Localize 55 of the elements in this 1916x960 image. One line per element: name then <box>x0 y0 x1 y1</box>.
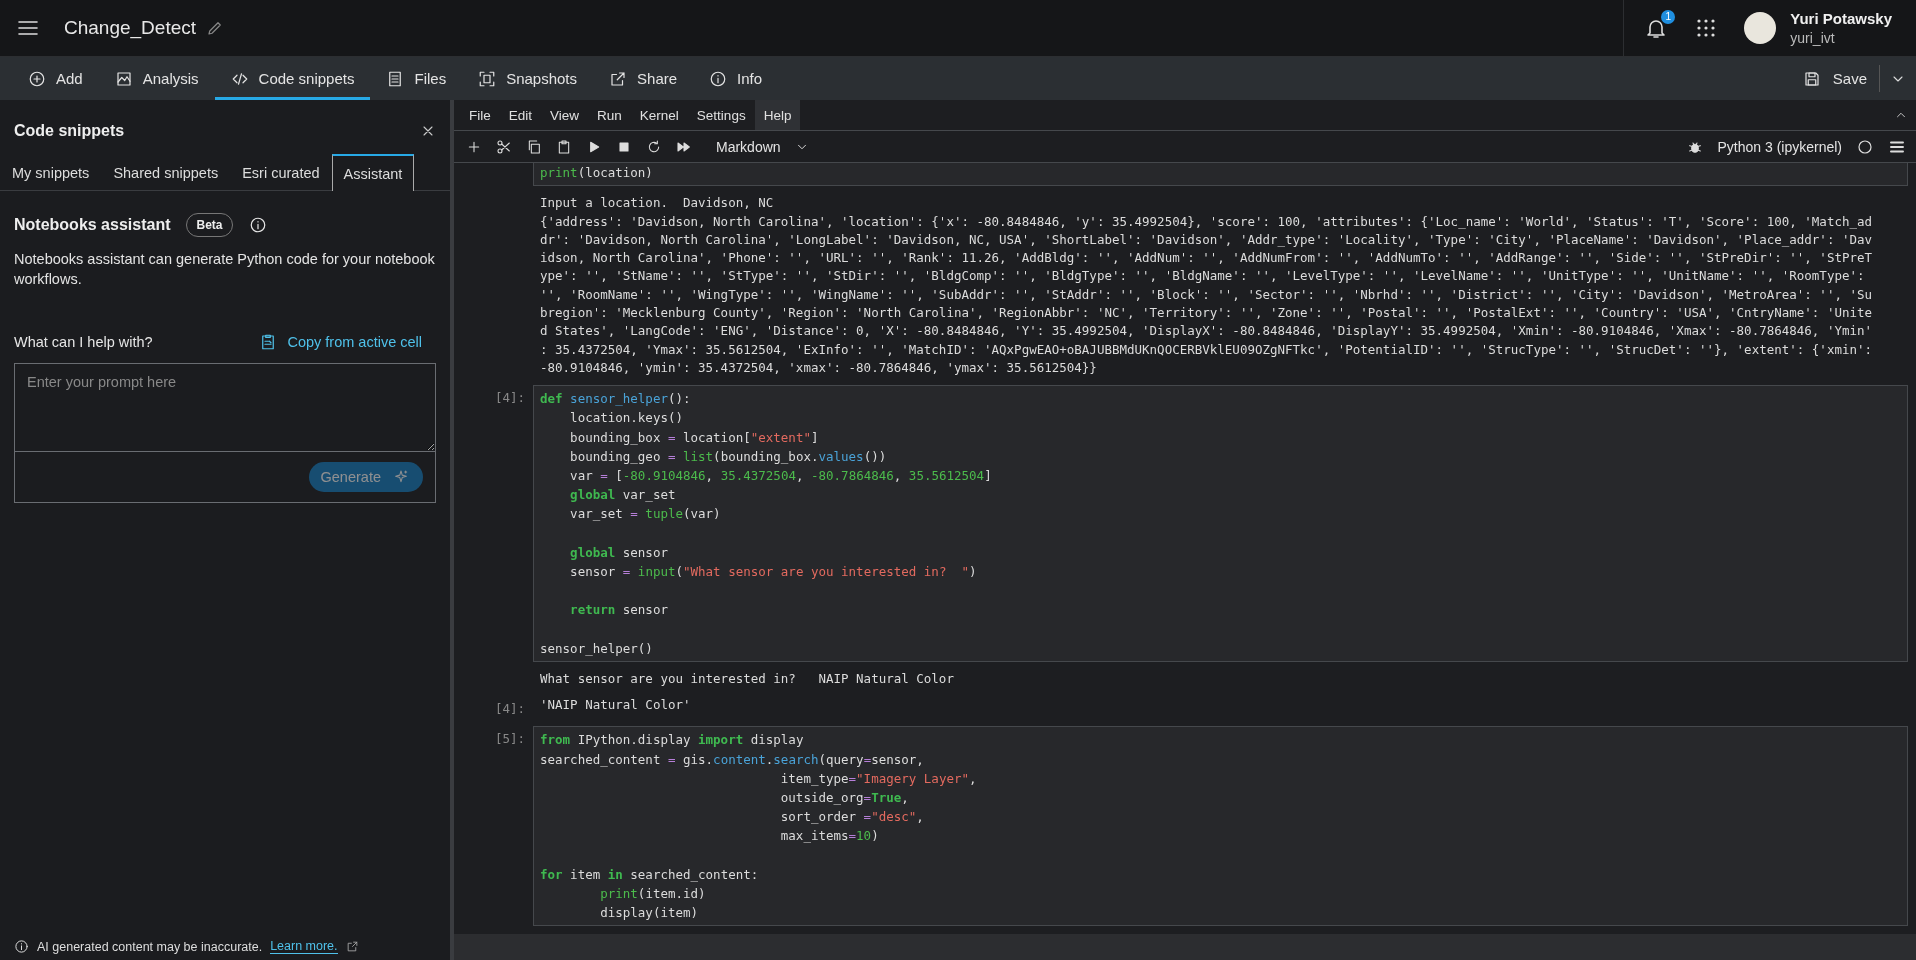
frame-icon <box>478 69 497 88</box>
code-cell[interactable]: print(location) <box>533 163 1908 187</box>
panel-tab[interactable]: Assistant <box>331 154 415 191</box>
info-icon[interactable] <box>248 216 267 234</box>
menu-item[interactable]: Run <box>588 100 631 130</box>
notification-badge: 1 <box>1661 10 1676 24</box>
user-name: Yuri Potawsky <box>1790 10 1892 27</box>
kernel-name[interactable]: Python 3 (ipykernel) <box>1717 138 1842 155</box>
panel-tab[interactable]: Shared snippets <box>101 154 231 190</box>
output-prompt: [4]: <box>494 701 525 717</box>
chart-icon <box>114 69 133 88</box>
cell-output: Input a location. Davidson, NC {'address': 'Davidson, North Carolina', 'location': {'x': -80.8484846, 'y': 35.4992504}, 'score': 100, 'attributes': {'Loc_name': 'World', 'Status': 'T', 'Score': 100, 'Match_ad dr': 'Davidson, North Carolina', 'LongLabel': 'Davidson, NC, USA', 'ShortLabel': 'Davidson', 'Addr_type': 'Locality', 'Type': 'City', 'PlaceName': 'Davidson', 'Place_addr': 'Dav idson, North Carolina', 'Phone': '', 'URL': '', 'Rank': 11.26, 'AddBldg': '', 'AddNum': '', 'AddNumFrom': '', 'AddNumTo': '', 'AddRange': '', 'Side': '', 'StPreDir': '', 'StPreT ype': '', 'StName': '', 'StType': '', 'StDir': '', 'BldgComp': '', 'BldgType': '', 'BldgName': '', 'LevelType': '', 'LevelName': '', 'UnitType': '', 'UnitName': '', 'RoomType': '', 'RoomName': '', 'WingType': '', 'WingName': '', 'SubAddr': '', 'StAddr': '', 'Block': '', 'Sector': '', 'Nbrhd': '', 'District': '', 'City': 'Davidson', 'MetroArea': '', 'Su bregion': 'Mecklenburg County', 'Region': 'North Carolina', 'RegionAbbr': 'NC', 'Territory': '', 'Zone': '', 'Postal': '', 'PostalExt': '', 'Country': 'USA', 'CntryName': 'Unite d States', 'LangCode': 'ENG', 'Distance': 0, 'X': -80.8484846, 'Y': 35.4992504, 'DisplayX': -80.8484846, 'DisplayY': 35.4992504, 'Xmin': -80.9104846, 'Xmax': -80.7864846, 'Ymin' : 35.4372504, 'Ymax': 35.5612504, 'ExInfo': '', 'MatchID': 'AQxPgwEAO+oBAJUBBMdUKnQOCERBVklEU09OZgNFTkc', 'PotentialID': '', 'StrucType': '', 'StrucDet': ''}, 'extent': {'xmin': -80.9104846, 'ymin': 35.4372504, 'xmax': -80.7864846, 'ymax': 35.5612504}} <box>539 194 1874 377</box>
username: yuri_ivt <box>1790 30 1836 46</box>
cell-prompt: [5]: <box>494 731 525 747</box>
toolbar-tab[interactable]: Share <box>593 57 694 100</box>
toolbar-tab[interactable]: Analysis <box>98 57 215 100</box>
menu-item[interactable]: Help <box>754 100 801 130</box>
save-button[interactable]: Save <box>1790 57 1879 100</box>
info-icon <box>14 939 29 954</box>
avatar[interactable] <box>1744 12 1777 44</box>
code-cell[interactable]: from IPython.display import display searched_content = gis.content.search(query=sensor, item_type="Imagery Layer", outside_org=True, sort_order ="desc", max_items=10) for item in searched_content: print(item.id) display(item) <box>533 726 1908 927</box>
cell-output: 'NAIP Natural Color' <box>539 696 692 715</box>
panel-tab[interactable]: My snippets <box>0 154 102 190</box>
cell-output: What sensor are you interested in? NAIP Natural Color <box>539 670 955 688</box>
menu-item[interactable]: Settings <box>687 100 755 130</box>
share-icon <box>609 69 628 88</box>
learn-more-link[interactable]: Learn more. <box>270 939 338 954</box>
toolbar-tab[interactable]: Info <box>693 57 779 100</box>
panel-tab[interactable]: Esri curated <box>230 154 332 190</box>
plus-circle-icon <box>28 69 46 88</box>
copy-from-cell-link[interactable]: Copy from active cell <box>259 333 422 351</box>
menu-item[interactable]: Edit <box>499 100 542 130</box>
toolbar-tab[interactable]: Add <box>12 57 99 100</box>
assistant-title: Notebooks assistant <box>14 216 171 234</box>
menu-item[interactable]: Kernel <box>630 100 688 130</box>
external-link-icon <box>345 940 359 953</box>
assistant-description: Notebooks assistant can generate Python code for your notebook workflows. <box>14 250 436 289</box>
prompt-label: What can I help with? <box>14 334 153 350</box>
notebook-title: Change_Detect <box>64 17 197 39</box>
cell-type-dropdown[interactable]: Markdown <box>716 138 809 155</box>
toolbar-tab[interactable]: Files <box>370 57 463 100</box>
restart-icon[interactable] <box>646 138 662 155</box>
disclaimer-text: AI generated content may be inaccurate. <box>37 939 263 954</box>
copy-icon[interactable] <box>526 138 542 155</box>
cell-prompt: [4]: <box>494 390 525 406</box>
scissors-icon[interactable] <box>496 138 512 155</box>
save-icon <box>1802 69 1821 88</box>
code-cell[interactable]: def sensor_helper(): location.keys() bounding_box = location["extent"] bounding_geo = list(bounding_box.values()) var = [-80.9104846, 35.4372504, -80.7864846, 35.5612504] global var_set var_set = tuple(var) global sensor sensor = input("What sensor are you interested in? ") return sensor sensor_helper() <box>533 385 1908 662</box>
toolbar-tab[interactable]: Snapshots <box>462 57 594 100</box>
kernel-status-icon <box>1856 137 1874 156</box>
sparkle-icon <box>393 469 409 485</box>
menu-item[interactable]: File <box>460 100 500 130</box>
panel-title: Code snippets <box>14 122 125 140</box>
paste-icon[interactable] <box>556 138 572 155</box>
menu-item[interactable]: View <box>541 100 589 130</box>
